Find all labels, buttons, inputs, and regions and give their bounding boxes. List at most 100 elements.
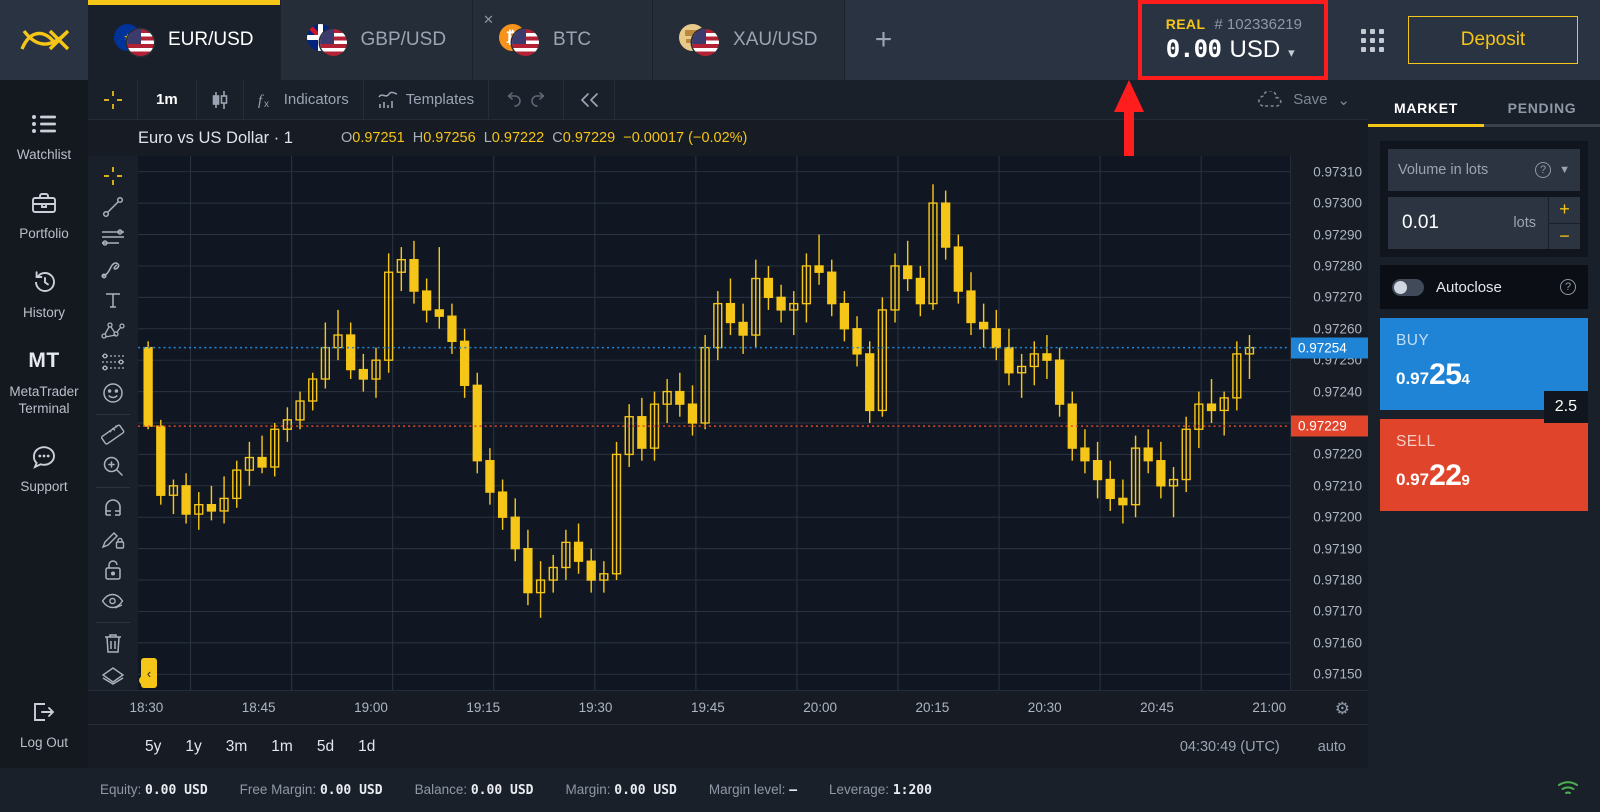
chevron-down-icon[interactable]: ⌄ — [1337, 91, 1350, 109]
buy-price-prefix: 0.97 — [1396, 369, 1429, 389]
sidebar-item-history[interactable]: History — [0, 256, 88, 335]
chart-type-button[interactable] — [197, 80, 244, 119]
volume-card: Volume in lots ? ▼ 0.01 lots + − — [1380, 141, 1588, 257]
apps-grid-button[interactable] — [1336, 0, 1408, 80]
range-1y[interactable]: 1y — [178, 735, 208, 759]
tab-btc[interactable]: ✕BTC — [473, 0, 653, 80]
close-icon[interactable]: ✕ — [483, 12, 494, 28]
time-tick: 19:45 — [691, 700, 725, 715]
ohlc-key: H — [413, 130, 423, 146]
range-5y[interactable]: 5y — [138, 735, 168, 759]
help-icon[interactable]: ? — [1535, 162, 1551, 178]
tools-divider-2 — [96, 487, 130, 488]
auto-scale-button[interactable]: auto — [1318, 739, 1346, 755]
price-tick: 0.97240 — [1313, 384, 1362, 399]
status-items: Equity: 0.00 USDFree Margin: 0.00 USDBal… — [100, 782, 932, 798]
horizontal-lines-tool[interactable] — [88, 222, 138, 253]
volume-input[interactable]: 0.01 — [1388, 197, 1513, 249]
account-amount-row: 0.00 USD ▾ — [1166, 35, 1302, 64]
volume-decrement-button[interactable]: − — [1549, 224, 1580, 250]
sidebar-item-metatrader[interactable]: MT MetaTrader Terminal — [0, 335, 88, 431]
tab-pending[interactable]: PENDING — [1484, 100, 1600, 124]
logout-icon — [30, 697, 58, 727]
sidebar-item-support[interactable]: Support — [0, 430, 88, 509]
range-5d[interactable]: 5d — [310, 735, 341, 759]
chevron-down-icon[interactable]: ▼ — [1559, 164, 1570, 176]
save-button[interactable]: Save ⌄ — [1243, 80, 1368, 119]
top-bar: EUR/USDGBP/USD✕BTC XAU/USD + REAL # 10233… — [0, 0, 1600, 80]
crosshair-tool[interactable] — [88, 160, 138, 191]
price-tick: 0.97200 — [1313, 510, 1362, 525]
chart-column: 1m fx Indicators Templates — [88, 80, 1368, 768]
zoom-tool[interactable] — [88, 451, 138, 482]
delete-drawings-tool[interactable] — [88, 628, 138, 659]
time-tick: 20:45 — [1140, 700, 1174, 715]
trading-platform: EUR/USDGBP/USD✕BTC XAU/USD + REAL # 10233… — [0, 0, 1600, 812]
range-3m[interactable]: 3m — [219, 735, 255, 759]
templates-label: Templates — [406, 91, 474, 108]
text-icon — [103, 290, 123, 310]
range-1d[interactable]: 1d — [351, 735, 382, 759]
timeframe-button[interactable]: 1m — [138, 80, 197, 119]
help-icon[interactable]: ? — [1560, 279, 1576, 295]
unlock-tool[interactable] — [88, 555, 138, 586]
gear-icon[interactable]: ⚙ — [1335, 699, 1350, 719]
chart-plot[interactable]: ‹ — [138, 156, 1290, 690]
indicators-button[interactable]: fx Indicators — [244, 80, 364, 119]
sidebar-item-portfolio[interactable]: Portfolio — [0, 177, 88, 256]
object-tree-tool[interactable] — [88, 659, 138, 690]
undo-button[interactable] — [489, 80, 564, 119]
sidebar-item-logout[interactable]: Log Out — [0, 686, 88, 768]
time-tick: 21:00 — [1252, 700, 1286, 715]
tab-gbp-usd[interactable]: GBP/USD — [281, 0, 474, 80]
drawing-lock-tool[interactable] — [88, 524, 138, 555]
sidebar-item-watchlist[interactable]: Watchlist — [0, 98, 88, 177]
add-tab-button[interactable]: + — [845, 0, 923, 80]
brand-logo[interactable] — [0, 0, 88, 80]
fibonacci-tool[interactable] — [88, 347, 138, 378]
range-1m[interactable]: 1m — [264, 735, 300, 759]
drawing-tools-rail — [88, 156, 138, 690]
tab-xau-usd[interactable]: XAU/USD — [653, 0, 844, 80]
ohlc-key: O — [341, 130, 352, 146]
chevron-down-icon[interactable]: ▾ — [1288, 45, 1295, 61]
trend-line-tool[interactable] — [88, 191, 138, 222]
magnet-tool[interactable] — [88, 493, 138, 524]
brush-tool[interactable] — [88, 253, 138, 284]
trade-panel-tabs: MARKET PENDING — [1368, 80, 1600, 124]
hide-drawings-tool[interactable] — [88, 586, 138, 617]
chart-header: Euro vs US Dollar · 1 O0.97251 H0.97256 … — [88, 120, 1368, 156]
tab-label: XAU/USD — [733, 29, 817, 51]
main-body: Watchlist Portfolio — [0, 80, 1600, 768]
instrument-flag-pair — [114, 24, 154, 56]
emoji-tool[interactable] — [88, 378, 138, 409]
time-axis[interactable]: ⚙ 18:3018:4519:0019:1519:3019:4520:0020:… — [88, 690, 1368, 724]
trade-panel-body: Volume in lots ? ▼ 0.01 lots + − — [1368, 127, 1600, 511]
account-balance-widget[interactable]: REAL # 102336219 0.00 USD ▾ — [1138, 0, 1328, 80]
account-type-label: REAL — [1166, 16, 1206, 32]
templates-button[interactable]: Templates — [364, 80, 489, 119]
time-tick: 19:30 — [579, 700, 613, 715]
pattern-tool[interactable] — [88, 316, 138, 347]
candlestick-icon — [211, 90, 229, 110]
sell-button[interactable]: 2.5 SELL 0.97 22 9 — [1380, 419, 1588, 511]
tab-eur-usd[interactable]: EUR/USD — [88, 0, 281, 80]
pattern-icon — [101, 320, 125, 342]
magnet-icon — [102, 497, 124, 519]
rewind-button[interactable] — [564, 80, 615, 119]
horizontal-lines-icon — [101, 228, 125, 248]
tab-market[interactable]: MARKET — [1368, 100, 1484, 124]
toolbar-spacer — [615, 80, 1243, 119]
deposit-button[interactable]: Deposit — [1408, 16, 1578, 64]
status-leverage: Leverage: 1:200 — [829, 782, 932, 798]
volume-increment-button[interactable]: + — [1549, 197, 1580, 224]
instrument-flag-pair — [679, 24, 719, 56]
text-tool[interactable] — [88, 284, 138, 315]
price-axis[interactable]: 0.973100.973000.972900.972800.972700.972… — [1290, 156, 1368, 690]
autoclose-toggle[interactable] — [1392, 279, 1424, 296]
measure-tool[interactable] — [88, 420, 138, 451]
autoclose-label: Autoclose — [1436, 279, 1548, 296]
crosshair-tool-button[interactable] — [88, 80, 138, 119]
volume-type-select[interactable]: Volume in lots ? ▼ — [1388, 149, 1580, 191]
scroll-left-button[interactable]: ‹ — [141, 658, 157, 688]
